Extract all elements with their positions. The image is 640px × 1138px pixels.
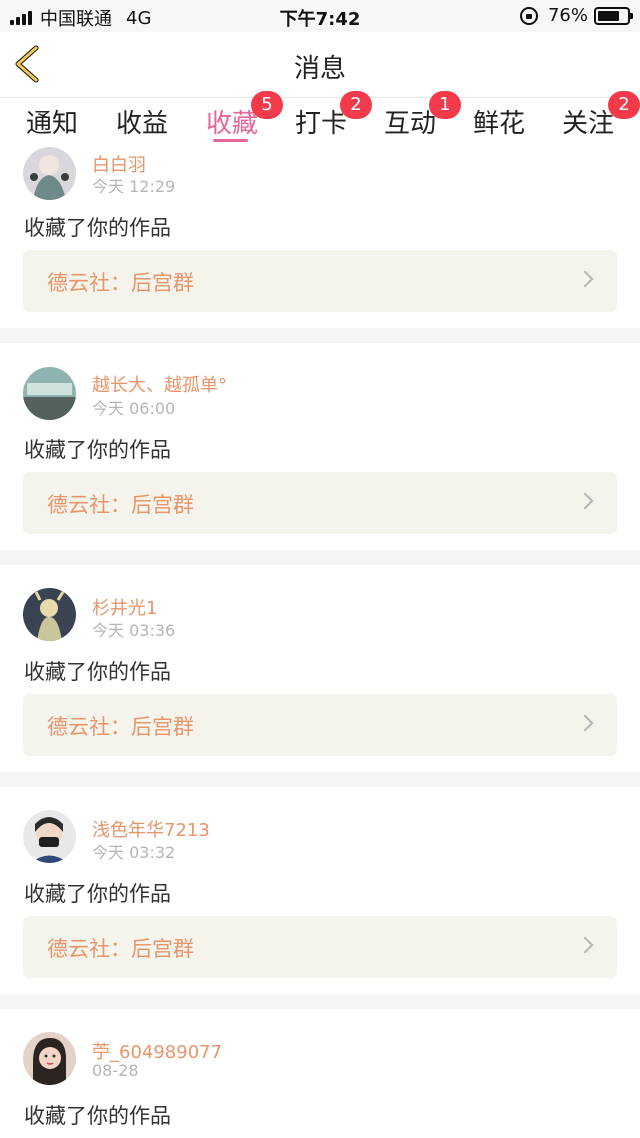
avatar-image bbox=[23, 147, 76, 200]
timestamp: 今天 03:32 bbox=[92, 843, 176, 862]
action-text: 收藏了你的作品 bbox=[24, 882, 171, 906]
avatar[interactable] bbox=[23, 147, 76, 200]
checkin-badge: 2 bbox=[340, 91, 372, 119]
tab-label: 打卡 bbox=[295, 109, 348, 139]
tab-label: 收藏 bbox=[206, 109, 259, 139]
tab-label: 收益 bbox=[116, 109, 169, 139]
work-title: 德云社：后宫群 bbox=[47, 271, 194, 295]
tab-label: 关注 bbox=[562, 109, 615, 139]
chevron-right-icon bbox=[576, 936, 594, 954]
tab-follow[interactable]: 关注 2 bbox=[562, 91, 640, 140]
action-text: 收藏了你的作品 bbox=[24, 660, 171, 684]
timestamp: 今天 03:36 bbox=[92, 621, 176, 640]
battery-icon bbox=[594, 6, 633, 25]
battery-fill bbox=[598, 10, 620, 21]
action-text: 收藏了你的作品 bbox=[24, 1104, 171, 1128]
favorites-badge: 5 bbox=[251, 91, 283, 119]
battery-percent: 76% bbox=[547, 5, 588, 26]
work-link[interactable]: 德云社：后宫群 bbox=[23, 250, 617, 312]
avatar-image bbox=[23, 588, 76, 641]
avatar[interactable] bbox=[23, 810, 76, 863]
notification-feed[interactable]: 白白羽 今天 12:29 收藏了你的作品 德云社：后宫群 越长大、越孤单° 今天… bbox=[0, 145, 640, 1138]
action-text: 收藏了你的作品 bbox=[24, 438, 171, 462]
timestamp: 08-28 bbox=[92, 1061, 139, 1080]
tab-interaction[interactable]: 互动 1 bbox=[384, 91, 461, 140]
avatar[interactable] bbox=[23, 588, 76, 641]
tab-checkin[interactable]: 打卡 2 bbox=[295, 91, 372, 140]
notification-card: 苧_604989077 08-28 收藏了你的作品 bbox=[0, 1009, 640, 1138]
work-title: 德云社：后宫群 bbox=[47, 493, 194, 517]
rotation-lock-icon bbox=[519, 6, 538, 25]
notification-card: 越长大、越孤单° 今天 06:00 收藏了你的作品 德云社：后宫群 bbox=[0, 343, 640, 550]
status-bar: 中国联通 4G 下午7:42 76% bbox=[0, 0, 640, 32]
tab-earnings[interactable]: 收益 bbox=[116, 103, 168, 140]
username[interactable]: 越长大、越孤单° bbox=[92, 371, 227, 397]
chevron-right-icon bbox=[576, 492, 594, 510]
interaction-badge: 1 bbox=[429, 91, 461, 119]
tab-bar: 通知 收益 收藏 5 打卡 2 互动 1 鲜花 关注 2 bbox=[0, 91, 640, 145]
follow-badge: 2 bbox=[608, 91, 640, 119]
timestamp: 今天 12:29 bbox=[92, 177, 176, 196]
tab-label: 通知 bbox=[26, 109, 79, 139]
page-title: 消息 bbox=[293, 54, 346, 84]
work-title: 德云社：后宫群 bbox=[47, 715, 194, 739]
chevron-right-icon bbox=[576, 714, 594, 732]
tab-label: 鲜花 bbox=[473, 109, 526, 139]
work-link[interactable]: 德云社：后宫群 bbox=[23, 694, 617, 756]
work-title: 德云社：后宫群 bbox=[47, 937, 194, 961]
work-link[interactable]: 德云社：后宫群 bbox=[23, 916, 617, 978]
notification-card: 杉井光1 今天 03:36 收藏了你的作品 德云社：后宫群 bbox=[0, 565, 640, 772]
avatar-image bbox=[23, 1032, 76, 1085]
status-right: 76% bbox=[519, 5, 633, 26]
nav-header: 消息 bbox=[0, 32, 640, 98]
avatar[interactable] bbox=[23, 1032, 76, 1085]
active-tab-indicator bbox=[213, 139, 248, 142]
tab-flowers[interactable]: 鲜花 bbox=[473, 103, 525, 140]
work-link[interactable]: 德云社：后宫群 bbox=[23, 472, 617, 534]
action-text: 收藏了你的作品 bbox=[24, 216, 171, 240]
notification-card: 白白羽 今天 12:29 收藏了你的作品 德云社：后宫群 bbox=[0, 145, 640, 328]
avatar[interactable] bbox=[23, 367, 76, 420]
avatar-image bbox=[23, 367, 76, 420]
chevron-right-icon bbox=[576, 270, 594, 288]
tab-favorites[interactable]: 收藏 5 bbox=[206, 91, 283, 140]
tab-notice[interactable]: 通知 bbox=[26, 103, 78, 140]
avatar-image bbox=[23, 810, 76, 863]
notification-card: 浅色年华7213 今天 03:32 收藏了你的作品 德云社：后宫群 bbox=[0, 787, 640, 994]
timestamp: 今天 06:00 bbox=[92, 399, 176, 418]
tab-label: 互动 bbox=[384, 109, 437, 139]
